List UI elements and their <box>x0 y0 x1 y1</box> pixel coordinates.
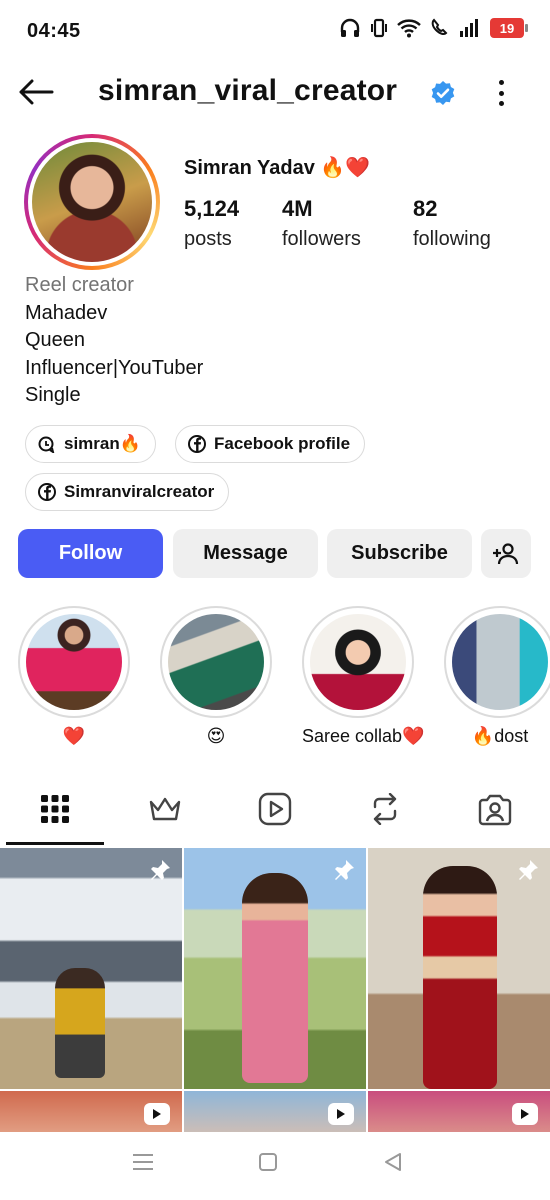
tab-tagged[interactable] <box>440 776 550 842</box>
status-bar: 04:45 19 <box>0 0 550 62</box>
wifi-icon <box>397 19 421 38</box>
bio-line: Influencer|YouTuber <box>25 356 204 379</box>
profile-avatar-story-ring[interactable] <box>24 134 160 270</box>
story-highlight[interactable]: Saree collab❤️ <box>302 606 424 747</box>
repost-icon <box>373 793 397 825</box>
recent-apps-button[interactable] <box>132 1152 154 1177</box>
avatar <box>32 142 152 262</box>
profile-category: Reel creator <box>25 274 134 296</box>
profile-bio: Reel creator Mahadev Queen Influencer|Yo… <box>25 272 203 410</box>
reel-badge <box>328 1103 354 1125</box>
threads-link-chip[interactable]: simran🔥 <box>25 425 156 463</box>
reel-badge <box>512 1103 538 1125</box>
wifi-call-icon <box>431 18 448 35</box>
add-person-icon <box>493 542 519 564</box>
highlight-cover <box>26 614 122 710</box>
home-square-icon <box>259 1153 277 1171</box>
signal-icon <box>460 19 478 37</box>
reels-icon <box>258 792 292 826</box>
battery-indicator: 19 <box>490 18 528 38</box>
more-dot-icon <box>498 80 504 85</box>
tab-posts[interactable] <box>0 776 110 842</box>
posts-count[interactable]: 5,124 posts <box>184 196 239 251</box>
pin-icon <box>151 860 170 880</box>
grid-icon <box>41 795 69 823</box>
verified-badge-icon <box>431 81 455 105</box>
more-dot-icon <box>498 90 504 96</box>
story-highlight[interactable]: 🔥dost <box>444 606 550 747</box>
vibrate-icon <box>371 18 387 38</box>
more-dot-icon <box>498 101 504 106</box>
reel-badge <box>144 1103 170 1125</box>
pin-icon <box>519 860 538 880</box>
profile-header: simran_viral_creator <box>0 62 550 122</box>
status-time: 04:45 <box>27 20 81 42</box>
highlight-cover <box>168 614 264 710</box>
headphones-icon <box>340 18 360 37</box>
chip-label: simran🔥 <box>64 434 141 453</box>
follow-button[interactable]: Follow <box>18 529 163 578</box>
back-button[interactable] <box>18 76 56 108</box>
story-highlight[interactable]: 😍 <box>160 606 272 747</box>
suggest-people-button[interactable] <box>481 529 531 578</box>
pin-icon <box>335 860 354 880</box>
active-tab-indicator <box>6 842 104 845</box>
threads-icon <box>38 436 55 453</box>
crown-icon <box>149 797 181 821</box>
back-arrow-icon <box>19 79 54 105</box>
bio-line: Mahadev <box>25 301 108 324</box>
play-icon <box>521 1109 529 1119</box>
facebook-icon <box>188 435 206 453</box>
message-button[interactable]: Message <box>173 529 318 578</box>
tab-exclusive[interactable] <box>110 776 220 842</box>
tab-reels[interactable] <box>220 776 330 842</box>
back-triangle-icon <box>385 1153 401 1171</box>
play-icon <box>153 1109 161 1119</box>
followers-count[interactable]: 4M followers <box>282 196 361 251</box>
tagged-icon <box>478 794 512 826</box>
menu-lines-icon <box>133 1154 153 1170</box>
grid-post[interactable] <box>184 848 366 1089</box>
highlight-cover <box>452 614 548 710</box>
chip-label: Facebook profile <box>214 434 351 453</box>
home-button[interactable] <box>258 1152 278 1177</box>
more-options-button[interactable] <box>490 76 512 110</box>
grid-post[interactable] <box>368 848 550 1089</box>
profile-tabs <box>0 776 550 846</box>
tab-reposts[interactable] <box>330 776 440 842</box>
display-name: Simran Yadav 🔥❤️ <box>184 157 371 179</box>
system-navigation-bar <box>0 1132 550 1200</box>
bio-line: Single <box>25 384 81 406</box>
following-count[interactable]: 82 following <box>413 196 491 251</box>
story-highlight[interactable]: ❤️ <box>18 606 130 747</box>
facebook-icon <box>38 483 56 501</box>
bio-line: Queen <box>25 329 86 351</box>
facebook-page-chip[interactable]: Simranviralcreator <box>25 473 230 511</box>
grid-post[interactable] <box>0 848 182 1089</box>
back-nav-button[interactable] <box>383 1152 403 1177</box>
profile-username: simran_viral_creator <box>98 74 398 107</box>
subscribe-button[interactable]: Subscribe <box>327 529 472 578</box>
chip-label: Simranviralcreator <box>64 482 215 501</box>
play-icon <box>337 1109 345 1119</box>
highlight-cover <box>310 614 406 710</box>
status-icons: 19 <box>339 18 528 38</box>
facebook-profile-chip[interactable]: Facebook profile <box>175 425 366 463</box>
